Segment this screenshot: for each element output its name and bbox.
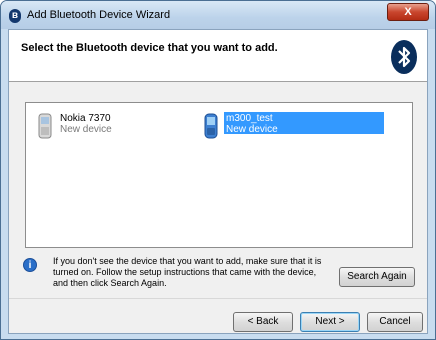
wizard-content: Select the Bluetooth device that you wan… (8, 29, 428, 334)
divider (9, 298, 427, 299)
device-status: New device (226, 124, 278, 135)
bluetooth-logo-icon (391, 40, 417, 74)
device-status: New device (60, 124, 112, 135)
device-name: Nokia 7370 (60, 113, 111, 124)
device-list[interactable]: Nokia 7370 New device m300_test New devi… (25, 102, 413, 248)
info-message: If you don't see the device that you wan… (53, 256, 322, 288)
device-name: m300_test (226, 113, 273, 124)
search-again-button[interactable]: Search Again (339, 267, 415, 287)
phone-icon (38, 113, 52, 139)
page-title: Select the Bluetooth device that you wan… (21, 42, 278, 54)
window-title: Add Bluetooth Device Wizard (27, 9, 171, 21)
back-button[interactable]: < Back (233, 312, 293, 332)
info-icon: i (23, 258, 37, 272)
phone-icon (204, 113, 218, 139)
wizard-window: ʙ Add Bluetooth Device Wizard X Select t… (0, 0, 436, 340)
bluetooth-icon: ʙ (9, 9, 21, 23)
wizard-header: Select the Bluetooth device that you wan… (9, 30, 427, 82)
title-bar[interactable]: ʙ Add Bluetooth Device Wizard X (1, 1, 435, 29)
close-button[interactable]: X (387, 3, 429, 21)
device-item[interactable]: Nokia 7370 New device (38, 113, 188, 145)
next-button[interactable]: Next > (300, 312, 360, 332)
cancel-button[interactable]: Cancel (367, 312, 423, 332)
device-item-selected[interactable]: m300_test New device (204, 112, 384, 145)
